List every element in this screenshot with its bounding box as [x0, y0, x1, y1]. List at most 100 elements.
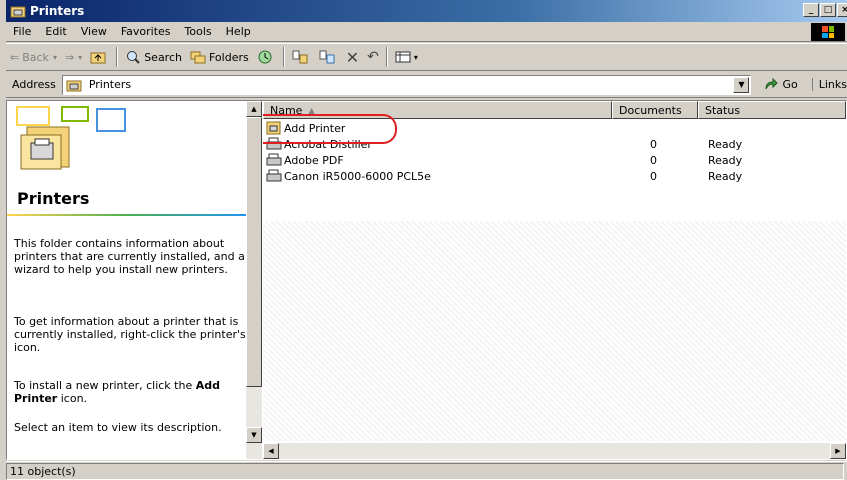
- forward-arrow-icon: ⇒: [64, 50, 75, 64]
- menu-view[interactable]: View: [74, 25, 114, 38]
- up-folder-button[interactable]: [86, 45, 113, 69]
- printer-icon: [266, 153, 282, 167]
- explorer-window: Printers _ □ × File Edit View Favorites …: [0, 0, 847, 480]
- window-title: Printers: [30, 4, 85, 18]
- scroll-down-button[interactable]: ▼: [246, 427, 262, 443]
- history-button[interactable]: [253, 45, 280, 69]
- printer-folder-icon: [66, 77, 82, 93]
- printer-documents: 0: [650, 153, 657, 167]
- heading-divider: [7, 214, 246, 216]
- content-area: Printers This folder contains informatio…: [6, 100, 847, 460]
- history-icon: [257, 49, 273, 65]
- undo-button[interactable]: ↶: [363, 45, 383, 69]
- maximize-button[interactable]: □: [820, 3, 836, 17]
- windows-logo-icon: [811, 23, 845, 41]
- back-label: Back: [22, 50, 49, 64]
- printer-status: Ready: [708, 169, 743, 183]
- printer-icon: [266, 137, 282, 151]
- menu-bar: File Edit View Favorites Tools Help: [6, 22, 847, 42]
- menu-help[interactable]: Help: [219, 25, 258, 38]
- printer-documents: 0: [650, 137, 657, 151]
- search-button[interactable]: Search: [121, 45, 186, 69]
- printer-name: Add Printer: [284, 121, 346, 135]
- list-item-canon-printer[interactable]: Canon iR5000-6000 PCL5e 0 Ready: [263, 168, 846, 184]
- views-dropdown-icon: ▾: [413, 52, 418, 62]
- toolbar-separator: [385, 47, 388, 67]
- printer-icon: [266, 169, 282, 183]
- scroll-right-button[interactable]: ▶: [830, 443, 846, 459]
- column-header-name[interactable]: Name ▲: [263, 101, 612, 119]
- move-to-button[interactable]: [288, 45, 315, 69]
- pane-tip-right-click: To get information about a printer that …: [14, 315, 246, 354]
- delete-button[interactable]: ✕: [342, 45, 363, 69]
- menu-tools[interactable]: Tools: [178, 25, 219, 38]
- printer-name: Acrobat Distiller: [284, 137, 372, 151]
- list-background: [263, 221, 846, 441]
- close-button[interactable]: ×: [837, 3, 847, 17]
- delete-icon: ✕: [345, 47, 360, 67]
- back-arrow-icon: ⇐: [10, 50, 20, 64]
- address-label: Address: [12, 78, 56, 91]
- go-arrow-icon: [763, 77, 779, 93]
- copy-to-icon: [319, 49, 335, 65]
- toolbar-separator: [116, 47, 119, 67]
- minimize-button[interactable]: _: [803, 3, 819, 17]
- tip-prefix: To install a new printer, click the: [14, 379, 193, 392]
- copy-to-button[interactable]: [315, 45, 342, 69]
- back-dropdown-icon: ▾: [52, 52, 57, 62]
- standard-toolbar: ⇐ Back ▾ ⇒ ▾ Search Folders ✕ ↶ ▾: [6, 43, 847, 71]
- pane-tip-add-printer: To install a new printer, click the Add …: [14, 379, 246, 405]
- back-button[interactable]: ⇐ Back ▾: [6, 45, 61, 69]
- menu-favorites[interactable]: Favorites: [114, 25, 178, 38]
- list-item-add-printer[interactable]: Add Printer: [263, 120, 846, 136]
- toolbar-separator: [282, 47, 285, 67]
- printer-list: Name ▲ Documents Status Add Printer Acro…: [263, 101, 846, 459]
- scroll-up-button[interactable]: ▲: [246, 101, 262, 117]
- menu-edit[interactable]: Edit: [38, 25, 73, 38]
- list-horizontal-scrollbar[interactable]: ◀ ▶: [263, 443, 846, 459]
- address-value: Printers: [88, 78, 132, 91]
- address-dropdown-button[interactable]: ▼: [733, 76, 750, 93]
- scroll-left-button[interactable]: ◀: [263, 443, 279, 459]
- search-label: Search: [144, 50, 182, 64]
- list-item-acrobat-distiller[interactable]: Acrobat Distiller 0 Ready: [263, 136, 846, 152]
- pane-description: This folder contains information about p…: [14, 237, 245, 276]
- title-bar[interactable]: Printers _ □ ×: [6, 0, 847, 22]
- views-icon: [395, 49, 411, 65]
- move-to-icon: [292, 49, 308, 65]
- folders-button[interactable]: Folders: [186, 45, 253, 69]
- folders-label: Folders: [208, 50, 249, 64]
- scroll-thumb[interactable]: [246, 117, 262, 387]
- printer-folder-icon: [10, 3, 26, 19]
- up-folder-icon: [90, 49, 106, 65]
- left-pane-scrollbar[interactable]: ▲ ▼: [246, 101, 262, 459]
- printer-status: Ready: [708, 153, 743, 167]
- add-printer-icon: [266, 121, 282, 135]
- go-label: Go: [782, 78, 798, 91]
- column-headers: Name ▲ Documents Status: [263, 101, 846, 119]
- address-input[interactable]: Printers ▼: [61, 74, 752, 95]
- column-header-status[interactable]: Status: [698, 101, 846, 119]
- printer-name: Adobe PDF: [284, 153, 344, 167]
- links-button[interactable]: Links: [811, 78, 847, 91]
- status-object-count: 11 object(s): [6, 462, 844, 480]
- forward-button[interactable]: ⇒ ▾: [61, 45, 86, 69]
- pane-heading: Printers: [17, 189, 90, 208]
- address-bar: Address Printers ▼ Go Links: [6, 72, 847, 98]
- printer-name: Canon iR5000-6000 PCL5e: [284, 169, 431, 183]
- views-button[interactable]: ▾: [391, 45, 422, 69]
- printer-status: Ready: [708, 137, 743, 151]
- printers-folder-illustration: [16, 106, 126, 170]
- search-icon: [125, 49, 141, 65]
- list-item-adobe-pdf[interactable]: Adobe PDF 0 Ready: [263, 152, 846, 168]
- web-view-pane: Printers This folder contains informatio…: [7, 101, 246, 459]
- column-header-documents[interactable]: Documents: [612, 101, 698, 119]
- go-button[interactable]: Go: [763, 77, 798, 93]
- folders-icon: [190, 49, 206, 65]
- tip-suffix: icon.: [60, 392, 88, 405]
- sort-ascending-icon: ▲: [308, 105, 315, 115]
- menu-file[interactable]: File: [6, 25, 38, 38]
- pane-select-hint: Select an item to view its description.: [14, 421, 222, 434]
- status-bar: 11 object(s): [6, 461, 847, 480]
- forward-dropdown-icon: ▾: [78, 52, 83, 62]
